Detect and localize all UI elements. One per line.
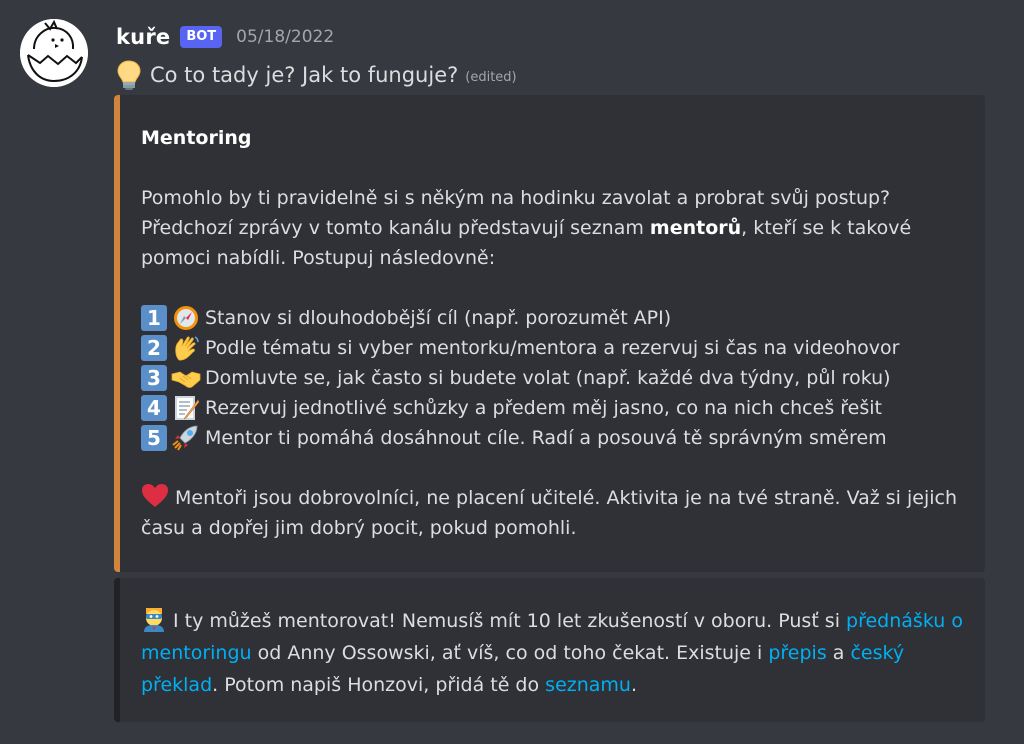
text-part: I ty můžeš mentorovat! Nemusíš mít 10 le…: [173, 610, 847, 632]
message-content: Co to tady je? Jak to funguje? (edited): [116, 58, 517, 92]
intro-bold: mentorů: [649, 217, 742, 239]
bot-badge: BOT: [180, 26, 223, 48]
superhero-icon: [144, 608, 164, 632]
step-item: 2 Podle tématu si vyber mentorku/mentora…: [141, 333, 899, 363]
message-timestamp[interactable]: 05/18/2022: [236, 27, 334, 47]
steps-list: 1 Stanov si dlouhodobější cíl (např. por…: [141, 303, 899, 453]
step-item: 3 Domluvte se, jak často si budete volat…: [141, 363, 899, 393]
step-text: Domluvte se, jak často si budete volat (…: [205, 367, 891, 389]
text-part: od Anny Ossowski, ať víš, co od toho ček…: [251, 642, 769, 664]
step-text: Podle tématu si vyber mentorku/mentora a…: [205, 337, 900, 359]
step-number: 2: [141, 335, 167, 361]
text-part: .: [630, 674, 638, 696]
step-item: 4 Rezervuj jednotlivé schůzky a předem m…: [141, 393, 899, 423]
step-number: 1: [141, 305, 167, 331]
become-mentor-text: I ty můžeš mentorovat! Nemusíš mít 10 le…: [141, 605, 969, 701]
step-item: 5 Mentor ti pomáhá dosáhnout cíle. Radí …: [141, 423, 899, 453]
step-number: 5: [141, 425, 167, 451]
embed-mentoring: Mentoring Pomohlo by ti pravidelně si s …: [114, 95, 985, 572]
lightbulb-icon: [117, 60, 141, 90]
edited-label: (edited): [465, 69, 517, 85]
transcript-link[interactable]: přepis: [768, 642, 826, 664]
embed-become-mentor: I ty můžeš mentorovat! Nemusíš mít 10 le…: [114, 578, 985, 722]
step-number: 3: [141, 365, 167, 391]
note-text: Mentoři jsou dobrovolníci, ne placení uč…: [141, 487, 958, 539]
author-name[interactable]: kuře: [116, 25, 170, 49]
message-text: Co to tady je? Jak to funguje?: [150, 63, 459, 87]
step-number: 4: [141, 395, 167, 421]
handshake-icon: [171, 371, 201, 388]
memo-icon: [175, 396, 200, 420]
compass-icon: [174, 306, 198, 330]
waving-hand-icon: [175, 336, 199, 361]
list-link[interactable]: seznamu: [545, 674, 631, 696]
text-part: . Potom napiš Honzovi, přidá tě do: [212, 674, 546, 696]
avatar[interactable]: [20, 19, 88, 87]
rocket-icon: [172, 425, 198, 451]
step-text: Mentor ti pomáhá dosáhnout cíle. Radí a …: [205, 427, 887, 449]
step-text: Stanov si dlouhodobější cíl (např. poroz…: [205, 307, 672, 329]
volunteer-note: Mentoři jsou dobrovolníci, ne placení uč…: [141, 483, 969, 543]
embed-title: Mentoring: [141, 127, 252, 149]
text-part: a: [826, 642, 851, 664]
step-item: 1 Stanov si dlouhodobější cíl (např. por…: [141, 303, 899, 333]
heart-icon: [142, 484, 168, 507]
chick-avatar-icon: [20, 19, 88, 87]
embed-intro: Pomohlo by ti pravidelně si s někým na h…: [141, 183, 969, 273]
message-header: kuře BOT 05/18/2022: [116, 22, 334, 52]
step-text: Rezervuj jednotlivé schůzky a předem měj…: [205, 397, 882, 419]
